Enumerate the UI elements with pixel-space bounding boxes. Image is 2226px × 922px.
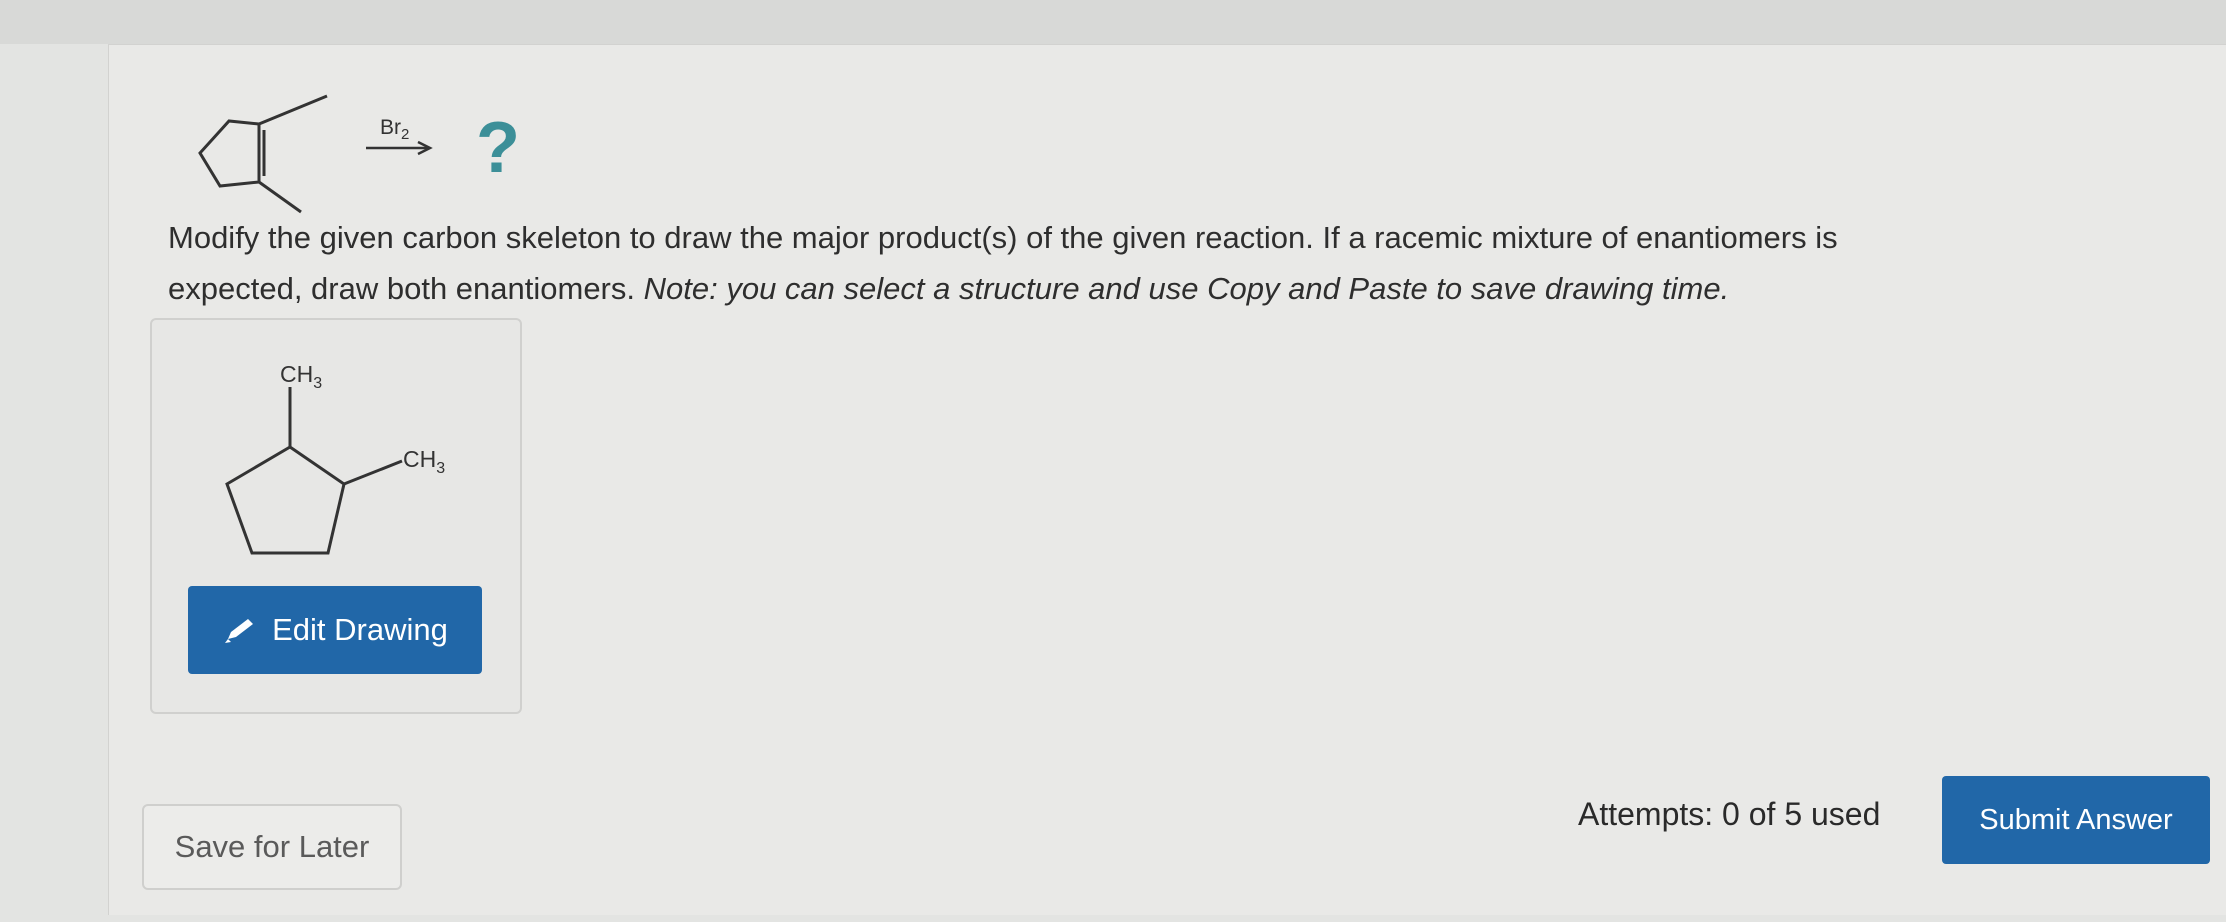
unknown-product-mark: ? (476, 108, 520, 188)
edit-drawing-button[interactable]: Edit Drawing (188, 586, 482, 674)
pencil-icon (225, 619, 254, 643)
reactant-structure (198, 94, 328, 214)
methyl-label-top: CH3 (280, 361, 322, 392)
product-skeleton-structure[interactable]: CH3 CH3 (210, 355, 510, 575)
top-strip (0, 0, 2226, 44)
submit-answer-button[interactable]: Submit Answer (1942, 776, 2210, 864)
methyl-label-right: CH3 (403, 446, 445, 477)
question-text: Modify the given carbon skeleton to draw… (168, 212, 2128, 314)
reaction-scheme: Br2 ? (198, 94, 520, 214)
question-line-1: Modify the given carbon skeleton to draw… (168, 220, 1838, 255)
question-line-2: expected, draw both enantiomers. Note: y… (168, 271, 1730, 306)
edit-drawing-label: Edit Drawing (272, 612, 448, 647)
save-for-later-button[interactable]: Save for Later (142, 804, 402, 890)
attempts-counter: Attempts: 0 of 5 used (1578, 796, 1881, 832)
reaction-arrow (366, 140, 433, 156)
reagent-label: Br2 (380, 116, 409, 143)
